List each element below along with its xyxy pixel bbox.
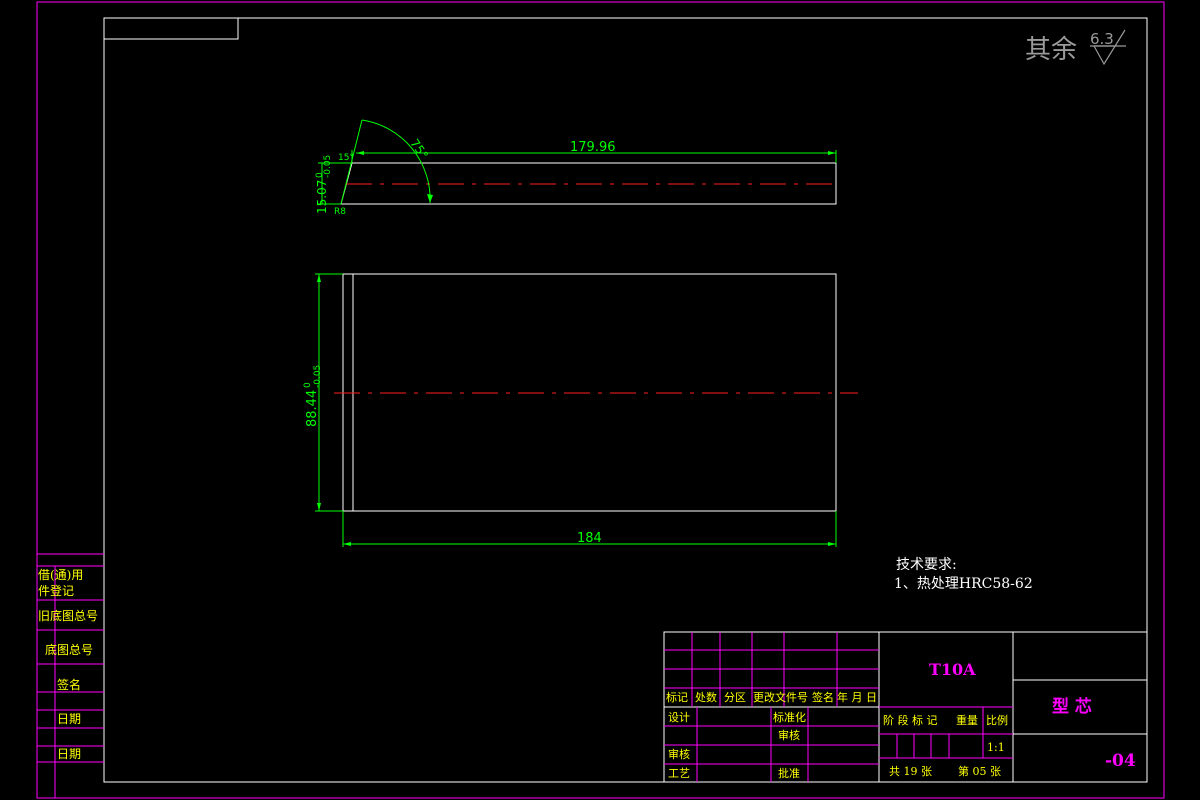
left-borrow-reg-1: 借(通)用 (38, 568, 83, 582)
drawing-no-text: -04 (1105, 751, 1136, 771)
rev-header-doc: 更改文件号 (753, 690, 808, 704)
rev-header-zone: 分区 (724, 691, 746, 704)
left-borrow-reg-2: 件登记 (38, 583, 74, 598)
outer-border (36, 1, 1165, 799)
angle-dim: 75° (407, 136, 431, 161)
small-radius-dim: R8 (334, 207, 346, 217)
left-base-drawing-no: 底图总号 (45, 642, 93, 657)
weight-header: 重量 (956, 713, 978, 727)
scale-header: 比例 (986, 713, 1008, 727)
review-label-2: 审核 (778, 728, 800, 742)
rev-header-mark: 标记 (666, 690, 688, 704)
sheets-total: 共 19 张 (889, 765, 932, 778)
inner-frame (103, 17, 1148, 783)
front-height-tol-upper: 0 (303, 382, 313, 388)
cad-drawing: 其余 6.3 179.96 75° 15° R8 15.07 0 -0.05 8… (36, 1, 1165, 799)
rev-header-date: 年 月 日 (837, 690, 877, 704)
top-height-dim: 15.07 (315, 180, 329, 214)
left-date-1: 日期 (57, 712, 81, 726)
left-date-2: 日期 (57, 747, 81, 761)
review-label-1: 审核 (668, 747, 690, 761)
approve-label: 批准 (778, 766, 800, 780)
corner-code-box (103, 17, 239, 40)
top-view: 179.96 75° 15° R8 15.07 0 -0.05 (315, 119, 840, 217)
front-height-tol-lower: -0.05 (313, 365, 323, 388)
standardization-label: 标准化 (773, 710, 806, 724)
top-length-dim: 179.96 (570, 140, 616, 155)
top-height-tol-lower: -0.05 (323, 155, 333, 178)
left-old-drawing-no: 旧底图总号 (38, 608, 98, 623)
tech-req-title: 技术要求: (896, 557, 957, 573)
front-width-dim: 184 (577, 531, 602, 546)
scale-value: 1:1 (987, 741, 1005, 754)
material-text: T10A (929, 660, 976, 679)
stage-header: 阶 段 标 记 (883, 713, 938, 727)
surface-finish-value: 6.3 (1090, 30, 1114, 48)
front-view: 88.44 0 -0.05 184 (303, 273, 858, 547)
rev-header-sign: 签名 (812, 690, 834, 704)
part-name-text: 型 芯 (1052, 696, 1092, 717)
sheet-number: 第 05 张 (958, 764, 1001, 778)
rev-header-count: 处数 (695, 691, 717, 704)
surface-finish-label: 其余 (1025, 35, 1077, 65)
process-label: 工艺 (668, 767, 690, 780)
design-label: 设计 (668, 711, 690, 724)
small-angle-dim: 15° (338, 153, 354, 163)
tech-req-item1: 1、热处理HRC58-62 (894, 576, 1033, 592)
front-height-dim: 88.44 (305, 390, 320, 427)
left-signature: 签名 (57, 677, 81, 692)
